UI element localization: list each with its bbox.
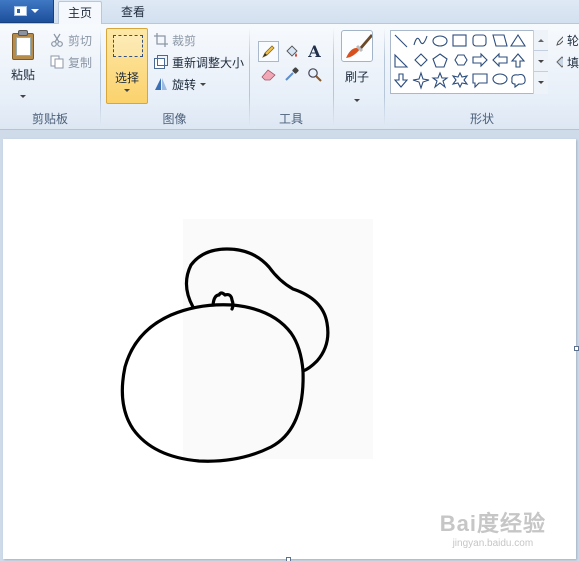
paste-button[interactable]: 粘贴 — [6, 30, 40, 102]
chevron-down-icon — [124, 89, 130, 92]
canvas-resize-handle-bottom[interactable] — [286, 557, 291, 561]
select-button[interactable]: 选择 — [106, 28, 148, 104]
line-shape-icon — [394, 34, 408, 48]
clipboard-group-title: 剪贴板 — [31, 112, 68, 126]
outline-label: 轮 — [566, 33, 579, 48]
shapes-gallery-icons — [393, 33, 527, 90]
chevron-down-icon — [200, 82, 207, 86]
magnifier-tool[interactable] — [304, 64, 325, 85]
shapes-group-title: 形状 — [469, 112, 494, 126]
curve-shape-icon — [413, 35, 428, 46]
shapes-scrollbar[interactable] — [533, 30, 548, 94]
fill-button[interactable]: 填 — [555, 52, 579, 72]
crop-label: 裁剪 — [172, 33, 197, 48]
cut-label: 剪切 — [68, 33, 93, 48]
canvas-resize-handle-right[interactable] — [574, 346, 579, 351]
paste-icon — [10, 30, 36, 60]
cloud-callout-shape-icon — [511, 73, 526, 89]
tab-home[interactable]: 主页 — [58, 1, 102, 25]
rounded-rectangle-shape-icon — [472, 34, 487, 47]
clipboard-group: 粘贴 剪切 复制 剪贴板 — [0, 24, 100, 130]
ribbon: 粘贴 剪切 复制 剪贴板 图像 选择 裁剪 重新调整大小 旋转 工具 A 刷子 … — [0, 24, 579, 130]
diamond-shape-icon — [414, 53, 428, 67]
six-point-star-shape-icon — [451, 71, 469, 89]
ribbon-tab-strip: 主页 查看 — [0, 0, 579, 25]
paint-bucket-icon — [286, 45, 298, 57]
gallery-more-button[interactable] — [534, 72, 548, 93]
crop-icon — [154, 33, 168, 47]
canvas-faint-area — [183, 219, 373, 459]
chevron-down-icon — [31, 9, 39, 13]
resize-button[interactable]: 重新调整大小 — [154, 52, 244, 72]
rotate-label: 旋转 — [172, 77, 197, 92]
scroll-down-button[interactable] — [534, 51, 548, 72]
fill-tool[interactable] — [281, 41, 302, 62]
polygon-shape-icon — [492, 34, 508, 47]
resize-icon — [154, 55, 168, 69]
five-point-star-shape-icon — [431, 71, 449, 89]
right-triangle-shape-icon — [394, 53, 409, 68]
scroll-up-button[interactable] — [534, 30, 548, 51]
fill-label: 填 — [566, 55, 579, 70]
canvas-workspace: Bai度经验 jingyan.baidu.com — [0, 131, 579, 561]
triangle-shape-icon — [509, 33, 527, 47]
magnifier-icon — [308, 68, 322, 82]
paste-label: 粘贴 — [10, 68, 35, 82]
brushes-label: 刷子 — [344, 70, 369, 84]
hexagon-shape-icon — [454, 54, 468, 66]
copy-button[interactable]: 复制 — [50, 52, 92, 72]
up-arrow-shape-icon — [510, 53, 526, 68]
eraser-tool[interactable] — [258, 64, 279, 85]
app-menu-button[interactable] — [0, 0, 54, 23]
watermark-brand: Bai度经验 — [439, 511, 546, 536]
select-label: 选择 — [114, 71, 139, 85]
cut-button[interactable]: 剪切 — [50, 30, 92, 50]
image-group-title: 图像 — [162, 112, 187, 126]
chevron-down-icon — [20, 95, 26, 98]
watermark: Bai度经验 jingyan.baidu.com — [440, 506, 546, 549]
chevron-down-icon — [354, 99, 360, 102]
oval-callout-shape-icon — [492, 73, 508, 85]
pencil-icon — [262, 45, 275, 58]
pentagon-shape-icon — [432, 53, 448, 68]
app-menu-icon — [14, 6, 27, 16]
drawing-canvas[interactable]: Bai度经验 jingyan.baidu.com — [3, 139, 579, 561]
fill-bucket-icon — [556, 56, 563, 68]
eraser-icon — [261, 69, 276, 81]
watermark-url: jingyan.baidu.com — [452, 538, 534, 549]
down-arrow-shape-icon — [393, 73, 409, 88]
brushes-button[interactable]: 刷子 — [338, 28, 376, 118]
brush-icon — [341, 30, 373, 62]
select-marquee-icon — [113, 35, 143, 57]
eyedropper-icon — [285, 67, 299, 81]
four-point-star-shape-icon — [412, 71, 430, 90]
text-tool[interactable]: A — [304, 41, 325, 62]
expand-gallery-icon — [538, 81, 544, 84]
drawing-sketch — [120, 219, 373, 463]
copy-icon — [50, 55, 64, 69]
pencil-tool[interactable] — [258, 41, 279, 62]
group-divider — [333, 28, 334, 126]
tools-group-title: 工具 — [278, 112, 303, 126]
tab-view[interactable]: 查看 — [112, 1, 154, 24]
resize-label: 重新调整大小 — [172, 55, 245, 70]
chevron-down-icon — [538, 59, 544, 63]
outline-button[interactable]: 轮 — [555, 30, 579, 50]
rotate-button[interactable]: 旋转 — [154, 74, 207, 94]
crop-button[interactable]: 裁剪 — [154, 30, 196, 50]
outline-pen-icon — [556, 36, 563, 46]
left-arrow-shape-icon — [492, 52, 508, 68]
oval-shape-icon — [432, 35, 448, 47]
chevron-up-icon — [538, 38, 544, 42]
right-arrow-shape-icon — [472, 52, 488, 68]
rectangle-shape-icon — [452, 34, 467, 47]
color-picker-tool[interactable] — [281, 64, 302, 85]
rotate-icon — [155, 78, 167, 90]
rounded-callout-shape-icon — [472, 73, 488, 89]
scissors-icon — [51, 33, 63, 47]
copy-label: 复制 — [68, 55, 93, 70]
shapes-gallery — [390, 30, 548, 94]
